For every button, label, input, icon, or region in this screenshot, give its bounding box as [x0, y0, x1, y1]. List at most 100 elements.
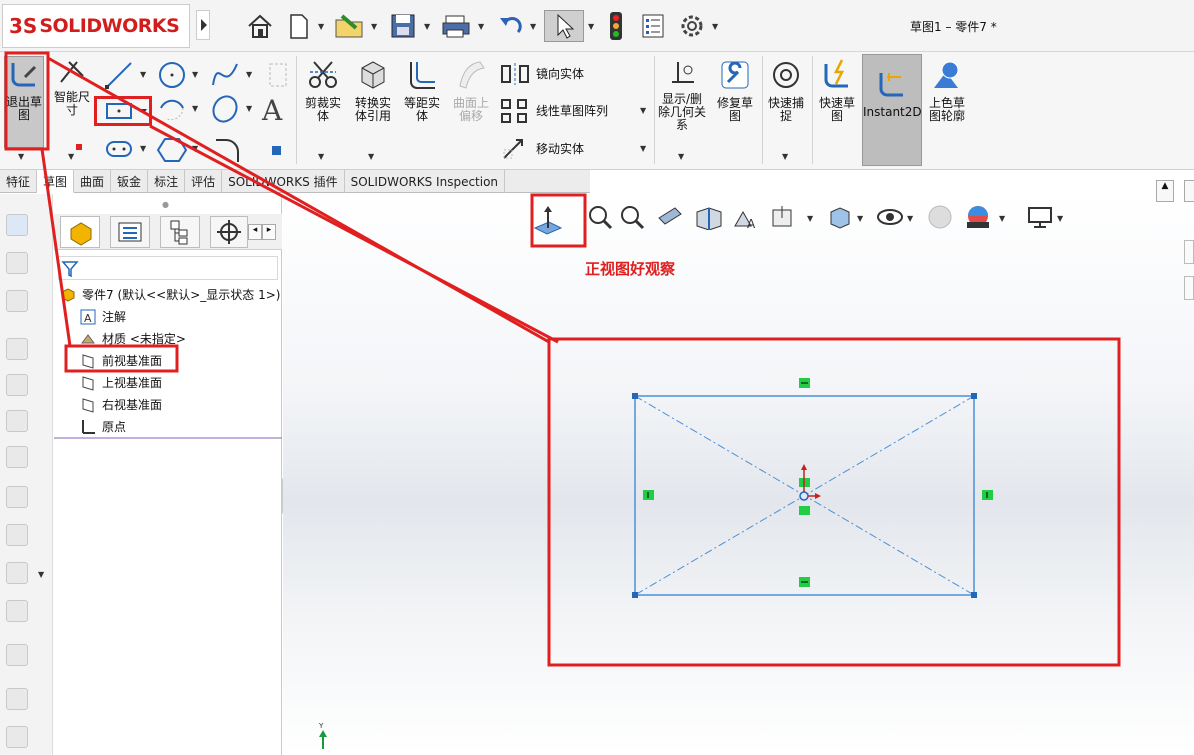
dimxpert-tab[interactable] — [210, 216, 248, 248]
offset-on-surface-button[interactable]: 曲面上偏移 — [448, 58, 494, 123]
tree-item-origin[interactable]: 原点 — [80, 418, 126, 435]
tree-item-annotations[interactable]: A 注解 — [80, 308, 126, 325]
smart-dimension-dropdown-icon[interactable]: ▼ — [68, 152, 74, 161]
pattern-dropdown-icon[interactable]: ▼ — [640, 106, 646, 115]
relation-markers[interactable] — [643, 378, 993, 587]
menu-expand-button[interactable] — [196, 10, 210, 40]
extrude-icon[interactable] — [6, 214, 28, 236]
open-button[interactable] — [333, 10, 367, 42]
sketch-canvas[interactable] — [283, 194, 1194, 755]
open-dropdown-icon[interactable]: ▼ — [371, 22, 377, 31]
cut-extrude-icon[interactable] — [6, 338, 28, 360]
circle-dropdown-icon[interactable]: ▼ — [192, 70, 198, 79]
strip-dropdown-icon[interactable]: ▼ — [38, 570, 44, 579]
new-dropdown-icon[interactable]: ▼ — [318, 22, 324, 31]
repair-sketch-button[interactable]: 修复草图 — [712, 58, 758, 123]
tab-inspection[interactable]: SOLIDWORKS Inspection — [345, 170, 506, 193]
text-tool-icon[interactable]: A — [262, 94, 282, 127]
line-tool[interactable] — [104, 60, 134, 93]
tree-item-top-plane[interactable]: 上视基准面 — [80, 374, 162, 391]
property-manager-tab[interactable] — [110, 216, 150, 248]
slot-tool[interactable] — [104, 136, 134, 165]
tab-sheet-metal[interactable]: 钣金 — [111, 170, 149, 193]
rebuild-button[interactable] — [603, 10, 629, 42]
fillet-tool[interactable] — [212, 136, 240, 167]
print-dropdown-icon[interactable]: ▼ — [478, 22, 484, 31]
reference-geometry-icon[interactable] — [6, 644, 28, 666]
panel-grip-icon[interactable]: ● — [162, 200, 169, 209]
rib-icon[interactable] — [6, 562, 28, 584]
tree-item-right-plane[interactable]: 右视基准面 — [80, 396, 162, 413]
instant2d-button[interactable]: Instant2D — [862, 54, 922, 166]
home-button[interactable] — [244, 10, 276, 42]
curves-icon[interactable] — [6, 688, 28, 710]
move-entities-button[interactable]: 移动实体 — [500, 136, 584, 162]
ellipse-dropdown-icon[interactable]: ▼ — [246, 104, 252, 113]
exit-sketch-button[interactable]: 退出草图 — [4, 56, 44, 148]
trim-entities-button[interactable]: 剪裁实体 — [300, 58, 346, 123]
tabs-scroll-left-button[interactable]: ◂ — [248, 224, 262, 240]
arc-dropdown-icon[interactable]: ▼ — [192, 104, 198, 113]
options-button[interactable] — [676, 10, 708, 42]
exit-sketch-dropdown-icon[interactable]: ▼ — [18, 152, 24, 161]
snap-dropdown-icon[interactable]: ▼ — [782, 152, 788, 161]
save-button[interactable] — [388, 10, 418, 42]
wrap-icon[interactable] — [6, 600, 28, 622]
tab-markup[interactable]: 标注 — [148, 170, 186, 193]
convert-dropdown-icon[interactable]: ▼ — [368, 152, 374, 161]
cut-sweep-icon[interactable] — [6, 446, 28, 468]
linear-pattern-button[interactable]: 线性草图阵列 — [500, 98, 608, 124]
tab-features[interactable]: 特征 — [0, 170, 38, 193]
polygon-tool[interactable] — [156, 136, 188, 167]
new-document-button[interactable] — [285, 10, 313, 42]
undo-button[interactable] — [495, 10, 525, 42]
select-dropdown-icon[interactable]: ▼ — [588, 22, 594, 31]
tabs-scroll-right-button[interactable]: ▸ — [262, 224, 276, 240]
graphics-area[interactable]: A ▼ ▼ ▼ ▼ ▼ ▲ 正视图好观察 Y — [283, 180, 1194, 755]
line-dropdown-icon[interactable]: ▼ — [140, 70, 146, 79]
tab-addins[interactable]: SOLIDWORKS 插件 — [222, 170, 345, 193]
polygon-dropdown-icon[interactable]: ▼ — [192, 144, 198, 153]
plane-tool-icon[interactable] — [272, 146, 281, 155]
move-dropdown-icon[interactable]: ▼ — [640, 144, 646, 153]
arc-tool[interactable] — [157, 94, 187, 127]
spline-dropdown-icon[interactable]: ▼ — [246, 70, 252, 79]
tab-evaluate[interactable]: 评估 — [185, 170, 223, 193]
feature-manager-tab[interactable] — [60, 216, 100, 248]
tab-sketch[interactable]: 草图 — [37, 170, 75, 193]
construction-tool[interactable] — [266, 60, 290, 93]
tree-filter-input[interactable] — [58, 256, 278, 280]
fillet-icon[interactable] — [6, 486, 28, 508]
rectangle-tool[interactable] — [94, 96, 152, 126]
slot-dropdown-icon[interactable]: ▼ — [140, 144, 146, 153]
mirror-entities-button[interactable]: 镜向实体 — [500, 62, 584, 86]
tree-item-material[interactable]: 材质 <未指定> — [80, 330, 186, 347]
file-properties-button[interactable] — [638, 10, 668, 42]
configuration-manager-tab[interactable] — [160, 216, 200, 248]
print-button[interactable] — [440, 10, 472, 42]
cut-revolve-icon[interactable] — [6, 374, 28, 396]
select-button[interactable] — [544, 10, 584, 42]
ellipse-tool[interactable] — [210, 94, 240, 127]
offset-entities-button[interactable]: 等距实体 — [400, 58, 444, 123]
revolve-icon[interactable] — [6, 252, 28, 274]
shaded-sketch-contours-button[interactable]: 上色草图轮廓 — [924, 58, 970, 123]
quick-snaps-button[interactable]: 快速捕捉 — [764, 58, 808, 123]
options-dropdown-icon[interactable]: ▼ — [712, 22, 718, 31]
tab-surfaces[interactable]: 曲面 — [74, 170, 112, 193]
spline-tool[interactable] — [210, 60, 240, 93]
rollback-bar[interactable] — [54, 437, 282, 439]
smart-dimension-button[interactable]: 智能尺寸 — [50, 56, 94, 126]
relations-dropdown-icon[interactable]: ▼ — [678, 152, 684, 161]
convert-entities-button[interactable]: 转换实体引用 — [350, 58, 396, 123]
instant3d-icon[interactable] — [6, 726, 28, 748]
solidworks-logo[interactable]: 3S SOLIDWORKS — [2, 4, 190, 48]
hole-icon[interactable] — [6, 410, 28, 432]
save-dropdown-icon[interactable]: ▼ — [424, 22, 430, 31]
tree-item-front-plane[interactable]: 前视基准面 — [80, 352, 162, 369]
rapid-sketch-button[interactable]: 快速草图 — [814, 58, 860, 123]
tree-root-part[interactable]: 零件7 (默认<<默认>_显示状态 1>) — [60, 286, 280, 303]
sweep-icon[interactable] — [6, 290, 28, 312]
circle-tool[interactable] — [157, 60, 187, 93]
trim-dropdown-icon[interactable]: ▼ — [318, 152, 324, 161]
